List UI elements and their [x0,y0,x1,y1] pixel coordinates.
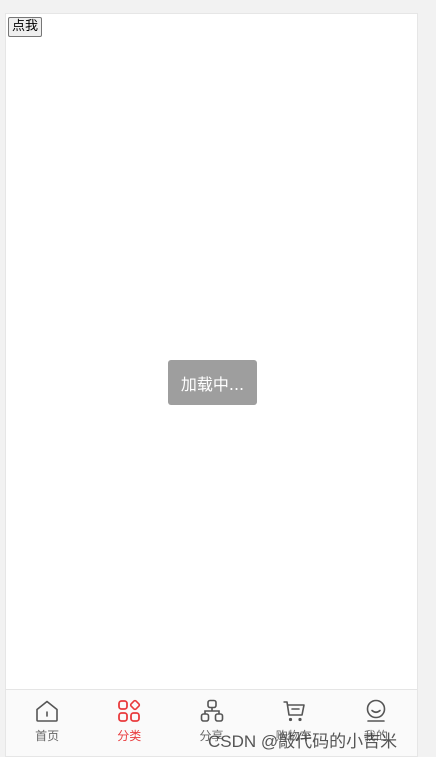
csdn-watermark: CSDN @敲代码的小吉米 [208,732,398,751]
tab-category[interactable]: 分类 [88,690,170,756]
cart-icon [283,701,305,722]
share-icon [200,699,223,722]
loading-toast: 加载中... [168,360,257,405]
home-icon [36,700,58,722]
tab-category-label: 分类 [117,729,142,743]
tab-home[interactable]: 首页 [6,690,88,756]
click-me-button[interactable]: 点我 [8,17,43,37]
profile-icon [366,699,386,722]
category-icon [118,699,141,722]
loading-text: 加载中... [180,374,245,394]
tab-home-label: 首页 [35,729,60,743]
app-screen: 点我 加载中... 首页 分类 分享 购物车 我的 [5,13,418,757]
